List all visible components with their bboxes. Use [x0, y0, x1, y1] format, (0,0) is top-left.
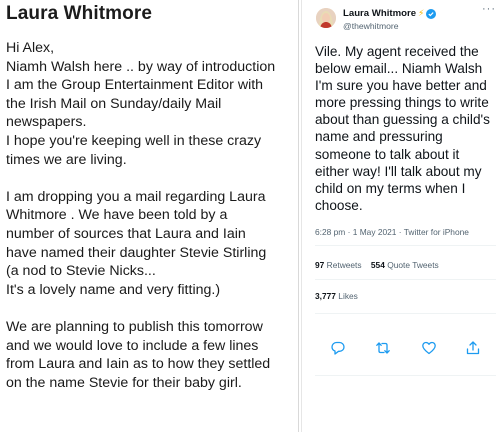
tweet-card: Laura Whitmore ⚡ @thewhitmore ··· Vile. … — [303, 0, 500, 432]
email-line: We are planning to publish this tomorrow — [6, 318, 263, 335]
tweet-text-line: someone to talk about it — [315, 146, 460, 162]
retweets-label: Retweets — [326, 260, 362, 270]
likes-label: Likes — [338, 291, 358, 301]
retweets-count: 97 — [315, 260, 325, 270]
likes-stat[interactable]: 3,777 Likes — [315, 291, 358, 301]
email-line: It's a lovely name and very fitting.) — [6, 281, 221, 298]
email-line: on the name Stevie for their baby girl. — [6, 374, 242, 391]
lightning-emoji-icon: ⚡ — [418, 8, 425, 18]
divider-line — [315, 245, 496, 246]
email-body: Hi Alex, Niamh Walsh here .. by way of in… — [6, 39, 298, 392]
like-heart-icon[interactable] — [421, 340, 437, 356]
email-line: I am dropping you a mail regarding Laura — [6, 188, 266, 205]
retweet-quote-stats: 97 Retweets 554 Quote Tweets — [315, 260, 439, 270]
email-line: number of sources that Laura and Iain — [6, 225, 246, 242]
email-line: times we are living. — [6, 151, 127, 168]
author-handle[interactable]: @thewhitmore — [343, 21, 399, 31]
email-line: from Laura and Iain as to how they settl… — [6, 356, 271, 373]
quotes-count: 554 — [370, 260, 385, 270]
quotes-label: Quote Tweets — [387, 260, 439, 270]
tweet-text-line: choose. — [315, 197, 363, 213]
tweet-text-line: name and pressuring — [315, 129, 443, 145]
tweet-text-line: I'm sure you have better and — [315, 78, 487, 94]
email-line: (a nod to Stevie Nicks... — [6, 263, 156, 280]
divider-line — [315, 279, 496, 280]
email-line: have named their daughter Stevie Stirlin… — [6, 244, 267, 261]
likes-count: 3,777 — [315, 291, 336, 301]
tweet-text-line: more pressing things to write — [315, 95, 489, 111]
tweet-text-line: about than guessing a child's — [315, 112, 490, 128]
tweet-text-line: below email... Niamh Walsh — [315, 61, 483, 77]
retweets-stat[interactable]: 97 Retweets — [315, 260, 362, 270]
avatar[interactable] — [316, 8, 336, 28]
tweet-text: Vile. My agent received the below email..… — [315, 43, 498, 214]
retweet-icon[interactable] — [375, 340, 391, 356]
author-name-text: Laura Whitmore — [343, 8, 417, 19]
panel-divider-inner — [301, 0, 302, 432]
email-line: Hi Alex, — [6, 40, 55, 56]
tweet-timestamp[interactable]: 6:28 pm · 1 May 2021 · Twitter for iPhon… — [315, 227, 469, 237]
email-screenshot: Laura Whitmore Hi Alex, Niamh Walsh here … — [0, 0, 298, 432]
email-line: and we would love to include a few lines — [6, 337, 259, 354]
more-options-icon[interactable]: ··· — [482, 3, 496, 15]
email-line: Niamh Walsh here .. by way of introducti… — [6, 58, 276, 75]
tweet-text-line: child on my terms when I — [315, 180, 466, 196]
reply-icon[interactable] — [330, 340, 346, 356]
divider-line — [315, 375, 496, 376]
email-line: I am the Group Entertainment Editor with — [6, 77, 264, 94]
tweet-actions — [315, 340, 496, 356]
tweet-text-line: Vile. My agent received the — [315, 44, 479, 59]
email-sender-name: Laura Whitmore — [6, 3, 153, 24]
email-line: I hope you're keeping well in these craz… — [6, 132, 262, 149]
verified-badge-icon — [426, 8, 437, 19]
share-icon[interactable] — [465, 340, 481, 356]
email-line: newspapers. — [6, 114, 87, 131]
email-line: Whitmore . We have been told by a — [6, 207, 228, 224]
divider-line — [315, 313, 496, 314]
email-line: the Irish Mail on Sunday/daily Mail — [6, 95, 222, 112]
author-name[interactable]: Laura Whitmore ⚡ — [343, 8, 437, 19]
tweet-text-line: either way! I'll talk about my — [315, 163, 482, 179]
quotes-stat[interactable]: 554 Quote Tweets — [371, 260, 439, 270]
panel-divider — [298, 0, 299, 432]
